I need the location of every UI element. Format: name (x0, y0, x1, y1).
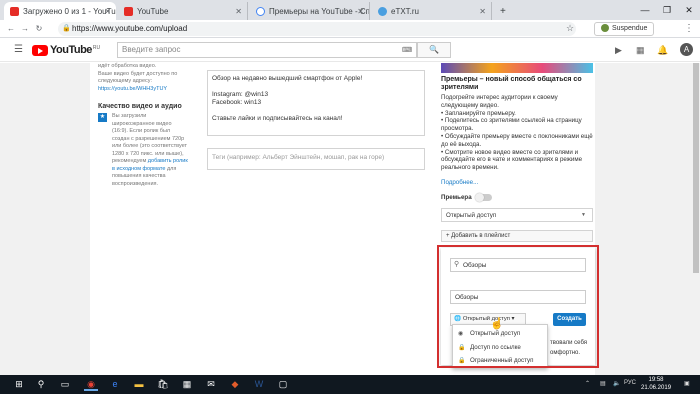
youtube-header: ☰ YouTube RU Введите запрос ⌨ 🔍 ▶ ▦ 🔔 A (0, 38, 700, 62)
maximize-icon[interactable]: ❐ (656, 0, 678, 20)
minimize-icon[interactable]: — (634, 0, 656, 20)
word-icon[interactable]: W (252, 378, 266, 391)
info-line: следующему адресу: (98, 78, 153, 84)
description-textarea[interactable]: Обзор на недавно вышедший смартфон от Ap… (207, 70, 425, 136)
access-select[interactable]: Открытый доступ ▼ (441, 208, 593, 222)
notification-center-icon[interactable]: ▣ (684, 380, 690, 387)
apps-icon[interactable]: ▦ (636, 45, 645, 56)
edge-icon[interactable]: e (108, 378, 122, 391)
premiere-line: Подогрейте интерес аудитории к своему сл… (441, 94, 558, 109)
info-line: Ваше видео будет доступно по (98, 70, 178, 77)
calculator-icon[interactable]: ▦ (180, 378, 194, 391)
tab-help[interactable]: Премьеры на YouTube - Справ ✕ (250, 2, 370, 20)
logo-text: YouTube (50, 44, 92, 56)
volume-icon[interactable]: 🔈 (613, 380, 620, 387)
tab-etxt[interactable]: eTXT.ru ✕ (372, 2, 492, 20)
store-icon[interactable]: 🛍 (156, 378, 170, 391)
new-tab-button[interactable]: + (494, 2, 510, 20)
premiere-banner-image (441, 63, 593, 73)
tab-youtube[interactable]: YouTube ✕ (118, 2, 248, 20)
search-input[interactable]: Введите запрос (117, 42, 417, 58)
browser-tab-strip: Загружено 0 из 1 - YouTube ✕ YouTube ✕ П… (0, 0, 700, 20)
address-bar-row: ← → ↻ 🔒 https://www.youtube.com/upload ☆… (0, 20, 700, 38)
youtube-play-icon (32, 44, 48, 56)
access-value: Открытый доступ (446, 212, 497, 219)
chevron-down-icon: ▼ (581, 212, 586, 218)
premiere-line: • Смотрите новое видео вместе со зрителя… (441, 148, 583, 172)
add-to-playlist-button[interactable]: + Добавить в плейлист (441, 230, 593, 242)
tab-label: YouTube (137, 6, 169, 16)
quality-heading: Качество видео и аудио (98, 103, 182, 110)
start-icon[interactable]: ⊞ (12, 378, 26, 391)
reload-icon[interactable]: ↻ (32, 24, 46, 33)
url-text: https://www.youtube.com/upload (72, 24, 188, 33)
folder-icon[interactable]: ▬ (132, 378, 146, 391)
suspender-extension-button[interactable]: Suspendue (594, 22, 655, 36)
close-icon[interactable]: ✕ (235, 7, 242, 16)
network-icon[interactable]: ▤ (600, 380, 606, 387)
search-icon[interactable]: ⚲ (34, 378, 48, 391)
windows-taskbar: ⊞ ⚲ ▭ ◉ e ▬ 🛍 ▦ ✉ ◆ W ▢ ⌃ ▤ 🔈 РУС 19:58 … (0, 375, 700, 394)
forward-icon[interactable]: → (18, 24, 32, 33)
premiere-toggle[interactable] (475, 193, 492, 202)
tab-upload[interactable]: Загружено 0 из 1 - YouTube ✕ (4, 2, 116, 20)
logo-region: RU (92, 44, 101, 51)
extension-label: Suspendue (612, 25, 648, 32)
quality-text: Вы загрузили широкоэкранное видео (16:9)… (112, 113, 188, 188)
language-indicator[interactable]: РУС (624, 380, 636, 386)
app-icon[interactable]: ▢ (276, 378, 290, 391)
task-view-icon[interactable]: ▭ (58, 378, 72, 391)
lock-icon: 🔒 (62, 25, 71, 32)
highlight-frame (437, 245, 599, 368)
tab-label: Загружено 0 из 1 - YouTube (23, 6, 116, 16)
close-icon[interactable]: ✕ (104, 7, 111, 16)
tab-label: Премьеры на YouTube - Справ (269, 6, 370, 16)
more-link[interactable]: Подробнее... (441, 179, 478, 186)
tab-label: eTXT.ru (391, 6, 420, 16)
youtube-icon (10, 6, 19, 16)
hamburger-menu-icon[interactable]: ☰ (14, 44, 23, 55)
quality-text-part: Вы загрузили широкоэкранное видео (16:9)… (112, 113, 188, 164)
etxt-icon (378, 6, 387, 16)
page-scrollbar[interactable] (692, 63, 700, 375)
system-clock[interactable]: 19:58 21.06.2019 (641, 376, 671, 392)
google-icon (256, 6, 265, 16)
url-field[interactable]: 🔒 https://www.youtube.com/upload (58, 22, 576, 36)
premiere-label: Премьера (441, 194, 472, 201)
youtube-logo[interactable]: YouTube RU (32, 44, 100, 56)
close-icon[interactable]: ✕ (479, 7, 486, 16)
close-window-icon[interactable]: ✕ (678, 0, 700, 20)
info-line: идёт обработка видео. (98, 63, 157, 69)
youtube-icon (124, 6, 133, 16)
close-icon[interactable]: ✕ (357, 7, 364, 16)
clock-date: 21.06.2019 (641, 385, 672, 391)
clock-time: 19:58 (648, 377, 664, 383)
premiere-line: • Запланируйте премьеру. (441, 109, 516, 117)
premiere-line: • Поделитесь со зрителями ссылкой на стр… (441, 117, 582, 133)
search-button[interactable]: 🔍 (417, 42, 451, 58)
tags-input[interactable]: Теги (например: Альберт Эйнштейн, мошап,… (207, 148, 425, 170)
window-controls: — ❐ ✕ (634, 0, 700, 20)
browser-menu-icon[interactable]: ⋮ (684, 23, 694, 34)
back-icon[interactable]: ← (4, 24, 18, 33)
keyboard-icon[interactable]: ⌨ (402, 46, 412, 54)
media-icon[interactable]: ◆ (228, 378, 242, 391)
mail-icon[interactable]: ✉ (204, 378, 218, 391)
tray-arrow-icon[interactable]: ⌃ (585, 380, 590, 387)
extension-icon (601, 24, 609, 33)
premiere-title: Премьеры – новый способ общаться со зрит… (441, 76, 582, 91)
premiere-description: Подогрейте интерес аудитории к своему сл… (441, 94, 593, 172)
chrome-icon[interactable]: ◉ (84, 378, 98, 391)
scrollbar-thumb[interactable] (693, 63, 699, 273)
video-link[interactable]: https://youtu.be/WHH3yTUY (98, 86, 188, 94)
avatar[interactable]: A (680, 43, 693, 56)
info-star-icon: ★ (98, 113, 107, 122)
processing-info: идёт обработка видео. Ваше видео будет д… (98, 63, 188, 93)
premiere-line: • Обсуждайте премьеру вместе с поклонник… (441, 132, 593, 148)
search-icon: 🔍 (429, 45, 439, 54)
upload-video-icon[interactable]: ▶ (615, 45, 622, 56)
notifications-bell-icon[interactable]: 🔔 (657, 45, 668, 56)
bookmark-star-icon[interactable]: ☆ (566, 23, 574, 34)
